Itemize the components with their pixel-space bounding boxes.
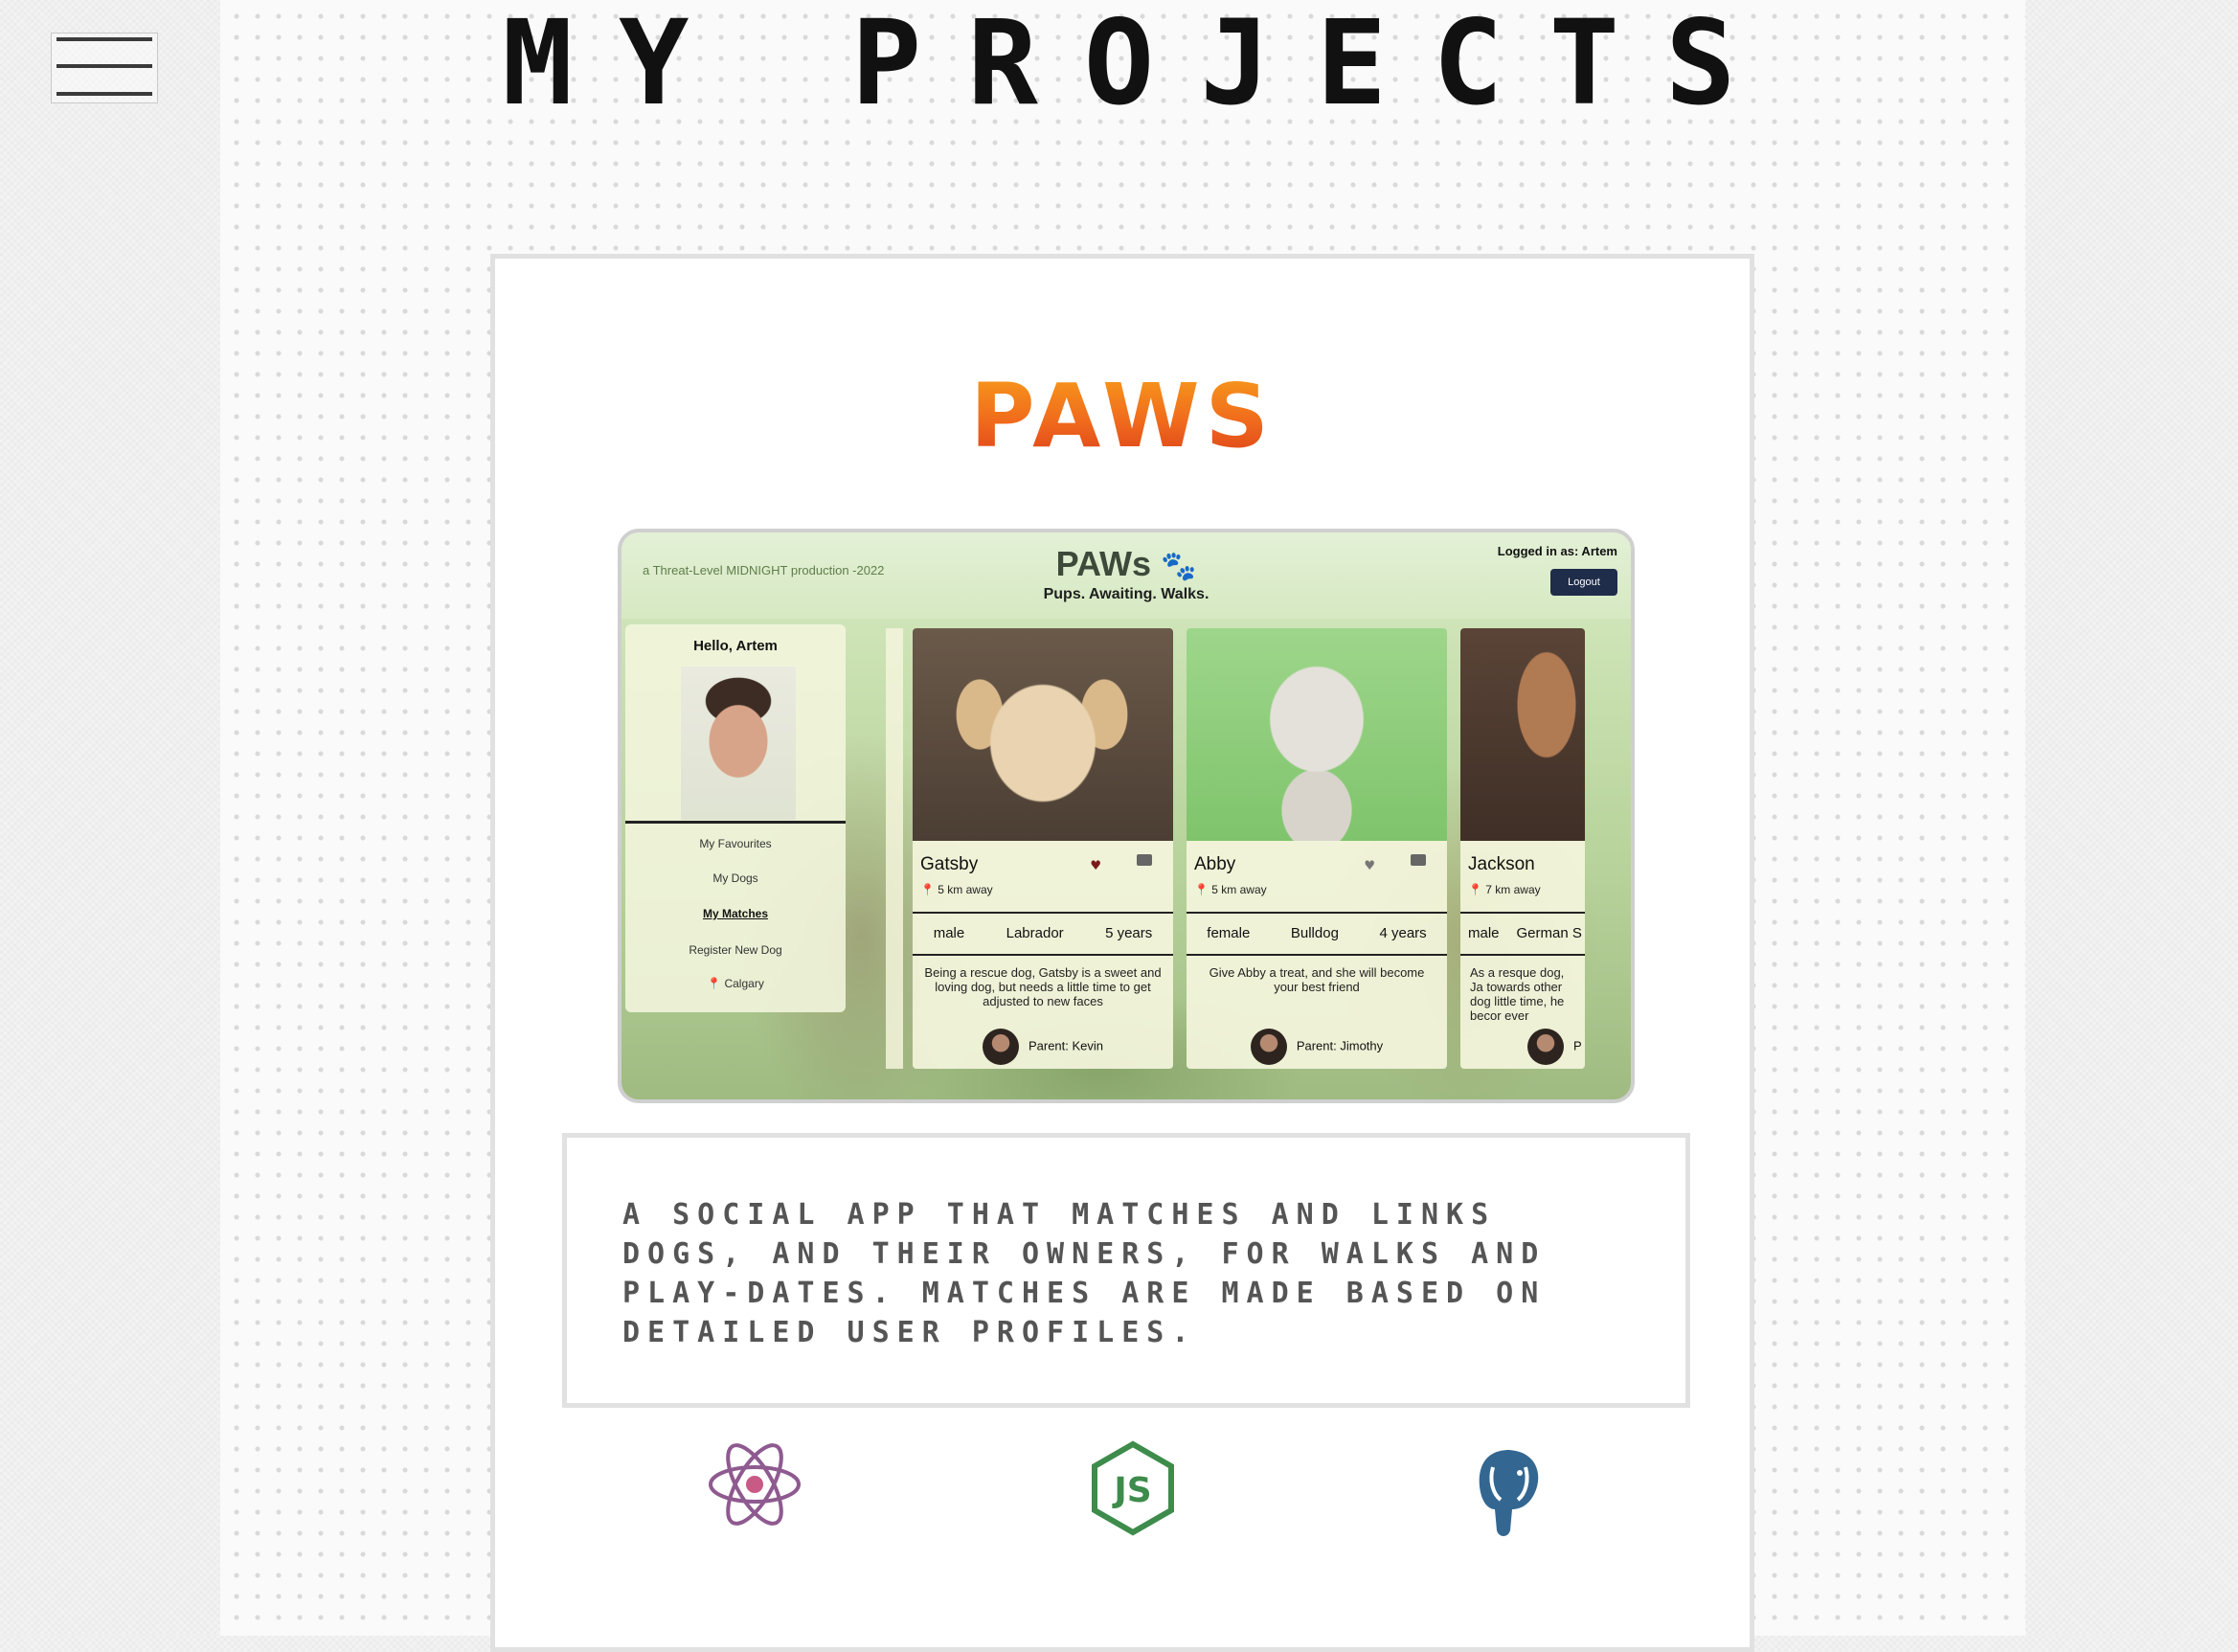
divider bbox=[913, 954, 1173, 956]
dog-card-jackson: Jackson 📍 7 km away male German S As a r… bbox=[1460, 628, 1585, 1069]
dog-photo bbox=[1187, 628, 1447, 841]
pin-icon: 📍 bbox=[1194, 883, 1209, 896]
greeting: Hello, Artem bbox=[693, 638, 778, 654]
project-description: A social app that matches and links dogs… bbox=[622, 1198, 1547, 1349]
parent-avatar bbox=[982, 1029, 1019, 1065]
menu-favourites: My Favourites bbox=[699, 837, 772, 850]
dog-card-abby: Abby ♥ 📍 5 km away female Bulldog 4 year… bbox=[1187, 628, 1447, 1069]
dog-breed: Labrador bbox=[1006, 925, 1064, 941]
distance-text: 7 km away bbox=[1485, 883, 1541, 896]
parent-avatar bbox=[1527, 1029, 1564, 1065]
dog-name: Gatsby bbox=[920, 854, 979, 874]
project-card: PAWS a Threat-Level MIDNIGHT production … bbox=[490, 254, 1754, 1652]
project-screenshot[interactable]: a Threat-Level MIDNIGHT production -2022… bbox=[618, 529, 1635, 1103]
dog-card-gatsby: Gatsby ♥ 📍 5 km away male Labrador 5 yea… bbox=[913, 628, 1173, 1069]
dog-bio: Give Abby a treat, and she will become y… bbox=[1209, 965, 1425, 994]
project-title: PAWS bbox=[495, 364, 1750, 469]
dog-photo bbox=[913, 628, 1173, 841]
distance-text: 5 km away bbox=[938, 883, 993, 896]
heart-icon: ♥ bbox=[1091, 856, 1100, 874]
app-tagline: Pups. Awaiting. Walks. bbox=[1043, 586, 1209, 602]
dog-attributes: female Bulldog 4 years bbox=[1187, 925, 1447, 941]
logged-in-label: Logged in as: Artem bbox=[1497, 544, 1617, 558]
dog-attributes: male Labrador 5 years bbox=[913, 925, 1173, 941]
menu-register-dog: Register New Dog bbox=[689, 943, 782, 957]
dog-breed: Bulldog bbox=[1290, 925, 1339, 941]
parent-text: Parent: Jimothy bbox=[1296, 1038, 1384, 1053]
location-pin-icon: 📍 bbox=[707, 977, 722, 990]
parent-text: Parent: Kevin bbox=[1028, 1038, 1104, 1053]
dog-sex: male bbox=[1468, 925, 1500, 941]
dog-parent: Parent: Jimothy bbox=[1187, 1029, 1447, 1065]
pin-icon: 📍 bbox=[1468, 883, 1482, 896]
react-icon bbox=[709, 1443, 801, 1526]
chat-icon bbox=[1137, 854, 1152, 866]
dog-bio: Being a rescue dog, Gatsby is a sweet an… bbox=[924, 965, 1162, 1008]
profile-panel: Hello, Artem My Favourites My Dogs My Ma… bbox=[625, 624, 846, 1012]
user-photo bbox=[681, 667, 796, 820]
divider bbox=[913, 912, 1173, 914]
dog-attributes: male German S bbox=[1460, 925, 1585, 941]
logout-button: Logout bbox=[1550, 569, 1617, 596]
dog-bio: As a resque dog, Ja towards other dog li… bbox=[1470, 965, 1565, 1023]
dog-name: Jackson bbox=[1468, 854, 1535, 874]
dog-sex: male bbox=[933, 925, 965, 941]
chat-icon bbox=[1411, 854, 1426, 866]
nodejs-icon: JS bbox=[1092, 1440, 1174, 1536]
paw-icon: 🐾 bbox=[1161, 551, 1197, 582]
dog-distance: 📍 5 km away bbox=[920, 883, 993, 896]
divider bbox=[625, 821, 846, 824]
divider bbox=[1187, 912, 1447, 914]
dog-distance: 📍 7 km away bbox=[1468, 883, 1541, 896]
divider bbox=[1187, 954, 1447, 956]
dog-age: 5 years bbox=[1105, 925, 1153, 941]
project-description-box: A social app that matches and links dogs… bbox=[562, 1133, 1690, 1408]
pin-icon: 📍 bbox=[920, 883, 935, 896]
dog-distance: 📍 5 km away bbox=[1194, 883, 1267, 896]
dog-photo bbox=[1460, 628, 1585, 841]
menu-my-matches: My Matches bbox=[702, 907, 769, 920]
menu-my-dogs: My Dogs bbox=[712, 871, 758, 885]
heart-icon: ♥ bbox=[1365, 856, 1374, 874]
location-text: Calgary bbox=[724, 977, 764, 990]
dog-sex: female bbox=[1207, 925, 1251, 941]
partial-card-left bbox=[886, 628, 903, 1069]
dog-parent: Parent: Kevin bbox=[913, 1029, 1173, 1065]
dog-age: 4 years bbox=[1379, 925, 1427, 941]
dog-breed: German S bbox=[1516, 925, 1582, 941]
postgresql-icon bbox=[1479, 1450, 1539, 1536]
page-title: MY PROJECTS bbox=[502, 0, 1782, 131]
parent-text: P bbox=[1573, 1038, 1582, 1053]
app-title-text: PAWs bbox=[1055, 544, 1151, 583]
distance-text: 5 km away bbox=[1211, 883, 1267, 896]
app-title: PAWs 🐾 bbox=[622, 544, 1631, 584]
divider bbox=[1460, 912, 1585, 914]
svg-text:JS: JS bbox=[1111, 1471, 1151, 1510]
dog-name: Abby bbox=[1194, 854, 1236, 874]
divider bbox=[1460, 954, 1585, 956]
dog-parent: P bbox=[1460, 1029, 1585, 1065]
parent-avatar bbox=[1250, 1029, 1287, 1065]
location: 📍 Calgary bbox=[625, 977, 846, 990]
